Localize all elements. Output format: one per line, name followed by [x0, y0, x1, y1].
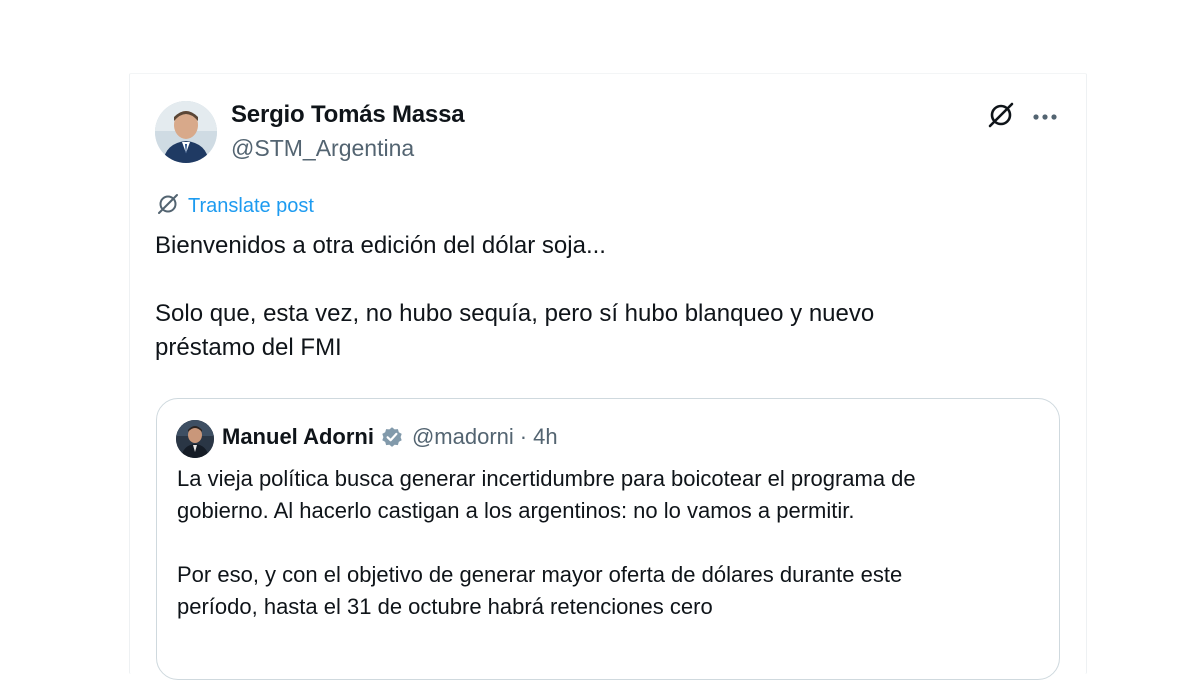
more-options-button[interactable] — [1029, 101, 1061, 133]
translate-icon — [156, 192, 180, 221]
quoted-post-time[interactable]: 4h — [533, 424, 557, 450]
quoted-author-avatar[interactable] — [176, 420, 214, 458]
quoted-post[interactable]: Manuel Adorni @madorni · 4h La vieja pol… — [156, 398, 1060, 680]
grok-icon — [987, 101, 1015, 134]
quoted-post-header: Manuel Adorni @madorni · 4h — [222, 424, 558, 450]
quoted-post-text: La vieja política busca generar incertid… — [177, 466, 916, 619]
post-text: Bienvenidos a otra edición del dólar soj… — [155, 232, 875, 361]
translate-post-label: Translate post — [188, 195, 314, 217]
translate-post-button[interactable]: Translate post — [156, 192, 314, 221]
quoted-author-handle[interactable]: @madorni — [412, 424, 514, 450]
author-avatar[interactable] — [155, 101, 217, 163]
more-horizontal-icon — [1032, 108, 1058, 126]
verified-badge-icon — [380, 425, 404, 449]
author-name[interactable]: Sergio Tomás Massa — [231, 101, 465, 129]
separator-dot: · — [519, 424, 528, 449]
quoted-author-name[interactable]: Manuel Adorni — [222, 424, 374, 450]
grok-button[interactable] — [985, 101, 1017, 133]
author-handle[interactable]: @STM_Argentina — [231, 135, 414, 162]
